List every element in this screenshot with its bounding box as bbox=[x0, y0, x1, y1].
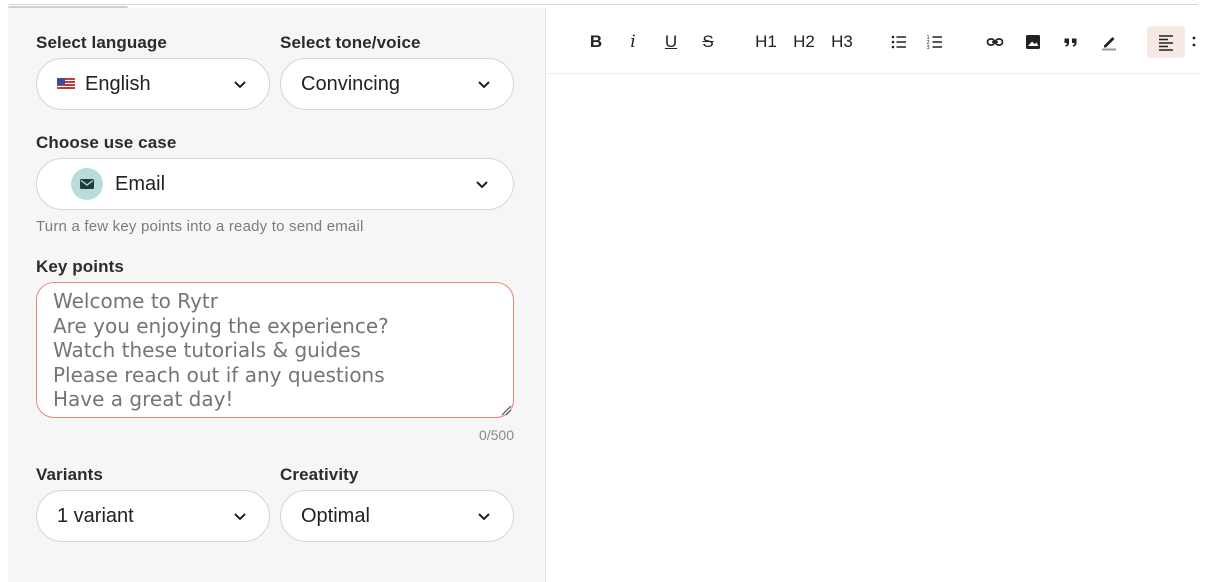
use-case-hint: Turn a few key points into a ready to se… bbox=[36, 218, 364, 235]
editor-toolbar: B i U S H1 H2 H3 123 bbox=[547, 18, 1200, 74]
strikethrough-button[interactable]: S bbox=[697, 26, 719, 58]
variants-label: Variants bbox=[36, 465, 103, 484]
svg-text:3: 3 bbox=[927, 45, 930, 51]
tone-value: Convincing bbox=[301, 72, 400, 95]
editor-canvas[interactable] bbox=[547, 75, 1200, 582]
language-label: Select language bbox=[36, 33, 167, 52]
highlight-pen-icon[interactable] bbox=[1097, 26, 1121, 58]
use-case-select[interactable]: Email bbox=[36, 158, 514, 210]
chevron-down-icon bbox=[477, 509, 491, 523]
top-divider bbox=[8, 4, 1198, 5]
settings-panel: Select language Select tone/voice Englis… bbox=[8, 8, 546, 582]
language-value: English bbox=[85, 72, 151, 95]
numbered-list-icon[interactable]: 123 bbox=[923, 26, 947, 58]
chevron-down-icon bbox=[233, 77, 247, 91]
tone-label: Select tone/voice bbox=[280, 33, 421, 52]
variants-value: 1 variant bbox=[57, 504, 134, 527]
tone-select[interactable]: Convincing bbox=[280, 58, 514, 110]
language-select[interactable]: English bbox=[36, 58, 270, 110]
bold-button[interactable]: B bbox=[585, 26, 607, 58]
link-icon[interactable] bbox=[983, 26, 1007, 58]
image-icon[interactable] bbox=[1021, 26, 1045, 58]
quote-icon[interactable] bbox=[1059, 26, 1083, 58]
us-flag-icon bbox=[57, 78, 75, 90]
key-points-label: Key points bbox=[36, 257, 124, 276]
heading-1-button[interactable]: H1 bbox=[752, 26, 780, 58]
underline-button[interactable]: U bbox=[660, 26, 682, 58]
creativity-select[interactable]: Optimal bbox=[280, 490, 514, 542]
variants-select[interactable]: 1 variant bbox=[36, 490, 270, 542]
resize-grip-icon[interactable] bbox=[500, 404, 512, 416]
align-left-icon[interactable] bbox=[1147, 26, 1185, 58]
chevron-down-icon bbox=[475, 177, 489, 191]
email-icon bbox=[71, 168, 103, 200]
character-counter: 0/500 bbox=[478, 427, 514, 443]
heading-3-button[interactable]: H3 bbox=[828, 26, 856, 58]
heading-2-button[interactable]: H2 bbox=[790, 26, 818, 58]
more-options-icon[interactable] bbox=[1189, 26, 1199, 58]
chevron-down-icon bbox=[477, 77, 491, 91]
creativity-label: Creativity bbox=[280, 465, 359, 484]
key-points-input[interactable] bbox=[36, 282, 514, 418]
creativity-value: Optimal bbox=[301, 504, 370, 527]
use-case-label: Choose use case bbox=[36, 133, 177, 152]
app-window: Select language Select tone/voice Englis… bbox=[0, 0, 1220, 582]
italic-button[interactable]: i bbox=[623, 26, 643, 58]
use-case-value: Email bbox=[115, 172, 166, 195]
chevron-down-icon bbox=[233, 509, 247, 523]
bullet-list-icon[interactable] bbox=[887, 26, 911, 58]
